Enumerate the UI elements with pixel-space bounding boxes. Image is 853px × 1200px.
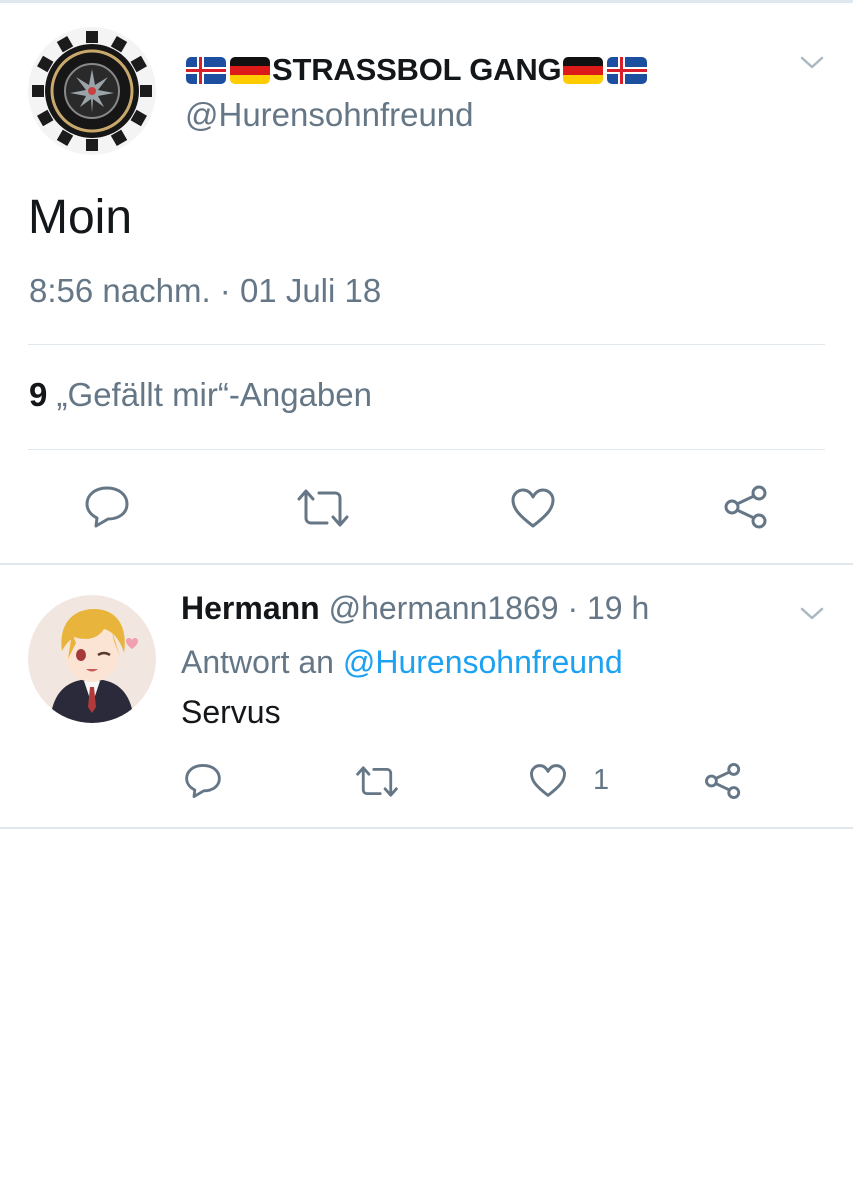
- reply-share-button[interactable]: [704, 762, 742, 800]
- likes-count: 9: [29, 376, 48, 413]
- reply-text: Servus: [181, 694, 281, 730]
- retweet-icon: [297, 489, 349, 527]
- likes-summary[interactable]: 9 „Gefällt mir“-Angaben: [29, 376, 372, 414]
- reply-icon: [85, 486, 129, 528]
- reply-author-name[interactable]: Hermann: [181, 590, 320, 626]
- display-name-row: STRASSBOL GANG: [186, 50, 648, 90]
- reply-to-link[interactable]: @Hurensohnfreund: [343, 644, 623, 680]
- profile-logo: [28, 27, 156, 155]
- share-icon: [724, 485, 767, 529]
- anime-avatar-image: [28, 595, 156, 723]
- retweet-icon: [356, 766, 398, 797]
- reply-avatar[interactable]: [28, 595, 156, 723]
- display-name: STRASSBOL GANG: [272, 52, 562, 87]
- handle[interactable]: @Hurensohnfreund: [185, 96, 474, 134]
- top-border: [0, 0, 853, 3]
- germany-flag-icon: [230, 56, 270, 84]
- reply-like-button[interactable]: 1: [529, 763, 609, 798]
- like-button[interactable]: [510, 487, 556, 529]
- germany-flag-icon: [563, 56, 604, 84]
- section-separator: [0, 827, 853, 829]
- section-separator: [0, 563, 853, 565]
- divider: [28, 344, 825, 345]
- reply-author-handle[interactable]: @hermann1869: [329, 590, 559, 626]
- like-icon: [530, 764, 566, 797]
- tweet-timestamp: 8:56 nachm. · 01 Juli 18: [29, 272, 382, 309]
- reply-icon: [185, 764, 221, 798]
- reply-header: Hermann @hermann1869 · 19 h: [181, 590, 649, 627]
- tweet-text: Moin: [28, 191, 133, 244]
- reply-reply-button[interactable]: [184, 763, 222, 799]
- divider: [28, 449, 825, 450]
- like-icon: [511, 488, 555, 528]
- reply-age: · 19 h: [567, 590, 650, 626]
- iceland-flag-icon: [186, 56, 226, 84]
- reply-like-count: 1: [593, 764, 610, 796]
- iceland-flag-icon: [607, 56, 648, 84]
- reply-retweet-button[interactable]: [356, 765, 398, 798]
- likes-label: „Gefällt mir“-Angaben: [56, 376, 372, 413]
- retweet-button[interactable]: [297, 488, 349, 528]
- chevron-down-icon[interactable]: [800, 607, 824, 621]
- share-icon: [705, 763, 741, 799]
- avatar[interactable]: [28, 27, 156, 155]
- share-button[interactable]: [723, 484, 769, 530]
- chevron-down-icon[interactable]: [800, 56, 824, 70]
- reply-prefix: Antwort an: [181, 644, 334, 680]
- reply-button[interactable]: [84, 485, 130, 529]
- reply-context: Antwort an @Hurensohnfreund: [181, 644, 623, 681]
